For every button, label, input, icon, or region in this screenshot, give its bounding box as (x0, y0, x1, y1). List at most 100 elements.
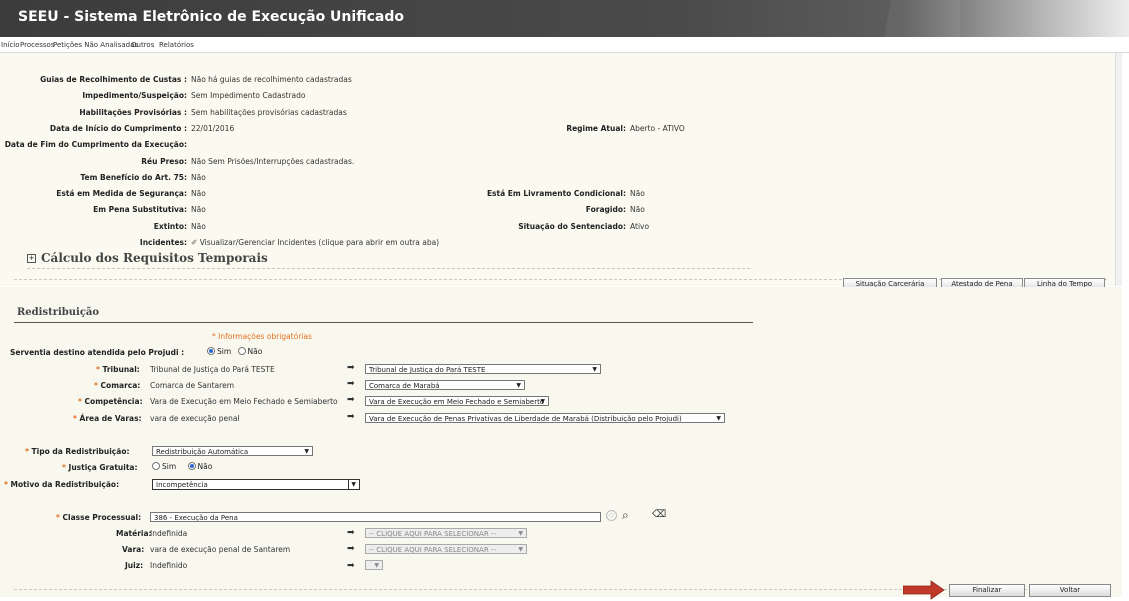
select-value: Comarca de Marabá (369, 382, 440, 390)
info-label: Tem Benefício do Art. 75: (80, 173, 187, 182)
competencia-select[interactable]: Vara de Execução em Meio Fechado e Semia… (365, 396, 549, 406)
area-varas-label: * Área de Varas: (73, 414, 142, 423)
info-value: Ativo (630, 222, 650, 231)
pencil-icon: ✐ (191, 238, 198, 247)
menu-inicio[interactable]: Início (1, 41, 20, 49)
chevron-down-icon: ▼ (516, 382, 521, 389)
eraser-icon[interactable]: ⌫ (652, 509, 666, 520)
incidentes-link-text: Visualizar/Gerenciar Incidentes (clique … (199, 238, 440, 247)
arrow-right-icon: ➡ (347, 363, 355, 373)
justica-label: * Justiça Gratuita: (62, 463, 138, 472)
red-arrow-indicator-icon (903, 580, 945, 600)
info-value: Aberto - ATIVO (630, 124, 685, 133)
select-value: -- CLIQUE AQUI PARA SELECIONAR -- (369, 530, 496, 538)
calc-toggle[interactable]: + Cálculo dos Requisitos Temporais (27, 251, 268, 265)
juiz-value: Indefinido (150, 561, 188, 570)
competencia-current: Vara de Execução em Meio Fechado e Semia… (150, 397, 338, 406)
vara-value: vara de execução penal de Santarem (150, 545, 291, 554)
juiz-label: Juiz: (125, 561, 144, 570)
info-value: Não (191, 205, 206, 214)
radio-label: Não (197, 462, 213, 471)
select-value: Vara de Execução de Penas Privativas de … (369, 415, 682, 423)
tribunal-current: Tribunal de Justiça do Pará TESTE (150, 365, 275, 374)
scrollbar[interactable] (1115, 53, 1122, 286)
divider (27, 268, 750, 269)
chevron-down-icon: ▼ (348, 480, 356, 489)
header-decoration (850, 0, 960, 37)
classe-input[interactable]: 386 - Execução da Pena (150, 512, 601, 522)
chevron-down-icon: ▼ (518, 546, 523, 553)
info-label: Habilitações Provisórias : (79, 108, 187, 117)
info-label: Regime Atual: (566, 124, 626, 133)
arrow-right-icon: ➡ (347, 561, 355, 571)
info-value: Sem Impedimento Cadastrado (191, 91, 306, 100)
tribunal-select[interactable]: Tribunal de Justiça do Pará TESTE ▼ (365, 364, 601, 374)
materia-label: Matéria: (116, 529, 152, 538)
info-value: 22/01/2016 (191, 124, 235, 133)
tribunal-label: * Tribunal: (96, 365, 140, 374)
comarca-select[interactable]: Comarca de Marabá ▼ (365, 380, 525, 390)
justica-sim[interactable]: Sim (152, 462, 176, 471)
serventia-nao[interactable]: Não (237, 347, 263, 356)
info-label: Guias de Recolhimento de Custas : (40, 75, 187, 84)
info-label: Foragido: (585, 205, 626, 214)
tipo-label: * Tipo da Redistribuição: (25, 447, 130, 456)
radio-sim-icon (152, 462, 160, 470)
info-label: Extinto: (153, 222, 187, 231)
juiz-select[interactable]: ▼ (365, 560, 383, 570)
info-value: Não (630, 205, 645, 214)
radio-sim-icon (207, 347, 215, 355)
select-value: Redistribuição Automática (156, 448, 249, 456)
materia-select[interactable]: -- CLIQUE AQUI PARA SELECIONAR -- ▼ (365, 528, 527, 538)
motivo-select[interactable]: Incompetência ▼ (152, 479, 360, 490)
info-label: Réu Preso: (141, 157, 187, 166)
search-icon[interactable]: ⌕ (622, 508, 629, 523)
info-label: Incidentes: (139, 238, 187, 247)
redistribuicao-title: Redistribuição (17, 307, 100, 318)
menu-peticoes[interactable]: Petições Não Analisadas (53, 41, 138, 49)
info-label: Está Em Livramento Condicional: (486, 189, 626, 198)
incidentes-link[interactable]: ✐ Visualizar/Gerenciar Incidentes (cliqu… (191, 238, 439, 247)
info-label: Data de Início do Cumprimento : (49, 124, 187, 133)
serventia-label: Serventia destino atendida pelo Projudi … (10, 348, 185, 357)
serventia-sim[interactable]: Sim (207, 347, 231, 356)
select-value: Incompetência (156, 481, 208, 489)
chevron-down-icon: ▼ (540, 398, 545, 405)
motivo-label: * Motivo da Redistribuição: (4, 480, 120, 489)
materia-value: Indefinida (150, 529, 188, 538)
app-header: SEEU - Sistema Eletrônico de Execução Un… (0, 0, 1129, 37)
area-varas-current: vara de execução penal (150, 414, 240, 423)
arrow-right-icon: ➡ (347, 395, 355, 405)
radio-nao-icon (237, 347, 246, 355)
main-menu: Início Processos Petições Não Analisadas… (0, 37, 1129, 53)
arrow-right-icon: ➡ (347, 528, 355, 538)
vara-select[interactable]: -- CLIQUE AQUI PARA SELECIONAR -- ▼ (365, 544, 527, 554)
vara-label: Vara: (122, 545, 145, 554)
voltar-button[interactable]: Voltar (1029, 584, 1111, 597)
radio-nao-icon (187, 462, 196, 470)
info-label: Está em Medida de Segurança: (56, 189, 187, 198)
finalizar-button[interactable]: Finalizar (949, 584, 1025, 597)
arrow-right-icon: ➡ (347, 544, 355, 554)
info-value: Não (191, 173, 206, 182)
radio-label: Não (247, 347, 263, 356)
menu-relatorios[interactable]: Relatórios (159, 41, 194, 49)
area-varas-select[interactable]: Vara de Execução de Penas Privativas de … (365, 413, 725, 423)
chevron-down-icon: ▼ (304, 448, 309, 455)
chevron-down-icon: ▼ (716, 415, 721, 422)
chevron-down-icon: ▼ (518, 530, 523, 537)
clear-circle-icon[interactable]: ◇ (606, 510, 617, 521)
menu-processos[interactable]: Processos (20, 41, 54, 49)
justica-nao[interactable]: Não (187, 462, 213, 471)
info-value: Não Sem Prisões/Interrupções cadastradas… (191, 157, 355, 166)
info-value: Não (630, 189, 645, 198)
select-value: Vara de Execução em Meio Fechado e Semia… (369, 398, 545, 406)
comarca-current: Comarca de Santarem (150, 381, 234, 390)
info-value: Não (191, 222, 206, 231)
menu-outros[interactable]: Outros (131, 41, 154, 49)
tipo-select[interactable]: Redistribuição Automática ▼ (152, 446, 313, 456)
justica-radio-group: Sim Não (152, 462, 212, 471)
expand-icon: + (27, 254, 36, 263)
calc-title: Cálculo dos Requisitos Temporais (41, 251, 268, 265)
radio-label: Sim (217, 347, 232, 356)
